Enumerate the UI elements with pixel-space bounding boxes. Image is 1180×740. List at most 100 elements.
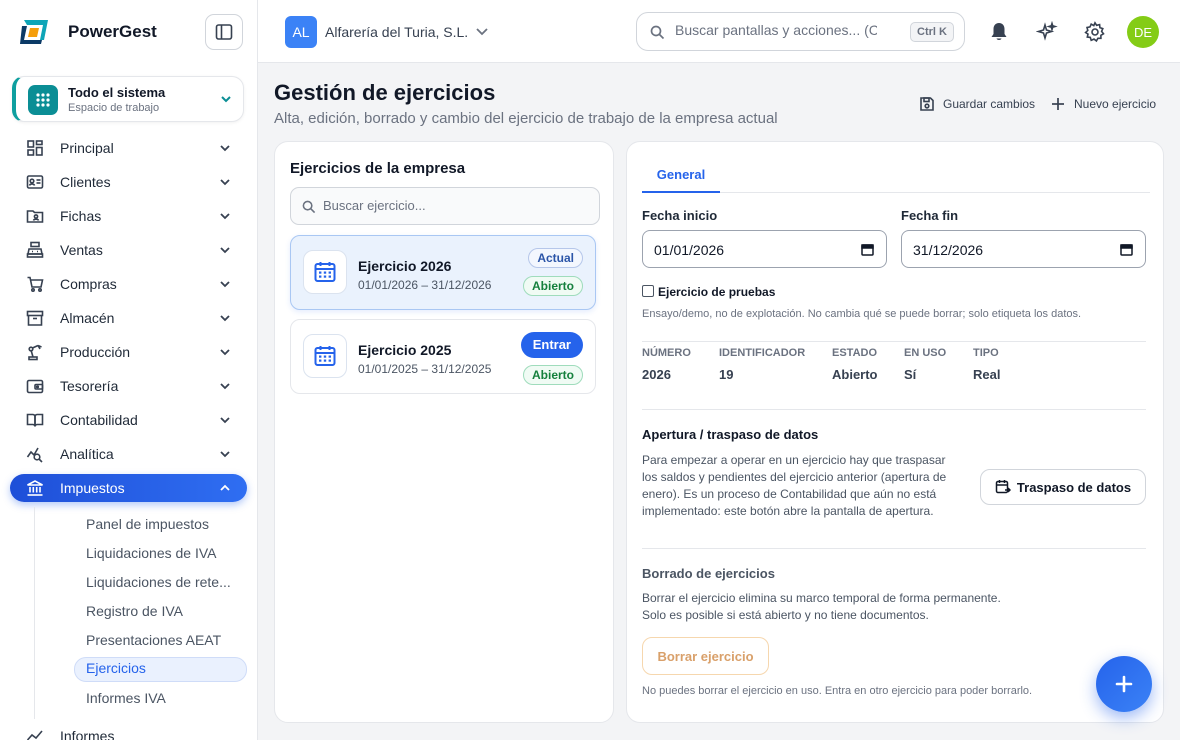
- start-date-label: Fecha inicio: [642, 208, 718, 223]
- sidebar-item-fichas[interactable]: Fichas: [10, 202, 247, 230]
- meta-value-en-uso: Sí: [904, 367, 917, 382]
- sidebar-item-compras[interactable]: Compras: [10, 270, 247, 298]
- sidebar-item-clientes[interactable]: Clientes: [10, 168, 247, 196]
- chevron-down-icon: [220, 417, 230, 424]
- meta-header-identificador: IDENTIFICADOR: [719, 347, 806, 359]
- sidebar-subitem-registro-iva[interactable]: Registro de IVA: [74, 600, 247, 625]
- data-transfer-button[interactable]: Traspaso de datos: [980, 469, 1146, 505]
- end-date-label: Fecha fin: [901, 208, 959, 223]
- sidebar-item-tesoreria[interactable]: Tesorería: [10, 372, 247, 400]
- chevron-down-icon: [220, 383, 230, 390]
- sidebar-item-principal[interactable]: Principal: [10, 134, 247, 162]
- end-date-input[interactable]: 31/12/2026: [901, 230, 1146, 268]
- folder-user-icon: [26, 210, 44, 223]
- id-card-icon: [26, 175, 44, 189]
- chevron-down-icon: [220, 281, 230, 288]
- sidebar-item-label: Analítica: [60, 446, 114, 462]
- calendar-icon[interactable]: [861, 243, 874, 256]
- sparkles-icon[interactable]: [1036, 21, 1058, 43]
- sidebar-item-contabilidad[interactable]: Contabilidad: [10, 406, 247, 434]
- plus-icon: [1052, 98, 1064, 110]
- borrado-line: Borrar el ejercicio elimina su marco tem…: [642, 591, 1001, 605]
- sidebar-item-almacen[interactable]: Almacén: [10, 304, 247, 332]
- chevron-down-icon: [220, 315, 230, 322]
- sidebar-item-label: Informes: [60, 728, 115, 740]
- user-avatar[interactable]: DE: [1127, 16, 1159, 48]
- sidebar-subitem-panel-impuestos[interactable]: Panel de impuestos: [74, 513, 247, 538]
- sidebar-item-produccion[interactable]: Producción: [10, 338, 247, 366]
- exercise-item-2026[interactable]: Ejercicio 2026 01/01/2026 – 31/12/2026 A…: [290, 235, 596, 310]
- chevron-down-icon: [220, 145, 230, 152]
- delete-exercise-button[interactable]: Borrar ejercicio: [642, 637, 769, 675]
- workspace-selector[interactable]: Todo el sistema Espacio de trabajo: [12, 76, 244, 122]
- delete-hint: No puedes borrar el ejercicio en uso. En…: [642, 685, 1033, 697]
- chevron-down-icon: [220, 247, 230, 254]
- tab-general[interactable]: General: [642, 164, 720, 193]
- calendar-icon: [303, 334, 347, 378]
- cash-register-icon: [26, 241, 44, 258]
- detail-tabs: General: [642, 164, 1150, 193]
- sidebar-item-ventas[interactable]: Ventas: [10, 236, 247, 264]
- start-date-input[interactable]: 01/01/2026: [642, 230, 887, 268]
- search-shortcut-badge: Ctrl K: [910, 22, 954, 42]
- sidebar-item-label: Tesorería: [60, 378, 119, 394]
- global-search[interactable]: Ctrl K: [636, 12, 965, 51]
- calendar-icon: [303, 250, 347, 294]
- submenu-guide-line: [34, 507, 35, 719]
- sidebar-subitem-presentaciones-aeat[interactable]: Presentaciones AEAT: [74, 629, 247, 654]
- sidebar-subitem-liquidaciones-iva[interactable]: Liquidaciones de IVA: [74, 542, 247, 567]
- exercise-item-2025[interactable]: Ejercicio 2025 01/01/2025 – 31/12/2025 E…: [290, 319, 596, 394]
- sidebar-item-analitica[interactable]: Analítica: [10, 440, 247, 468]
- brand[interactable]: PowerGest: [18, 16, 157, 48]
- calendar-transfer-icon: [995, 480, 1011, 494]
- apertura-line: enero). Es un proceso de Contabilidad qu…: [642, 487, 937, 501]
- new-exercise-label: Nuevo ejercicio: [1074, 97, 1157, 111]
- bell-icon[interactable]: [988, 21, 1010, 43]
- chart-line-icon: [26, 730, 43, 740]
- top-bar: AL Alfarería del Turia, S.L. Ctrl K DE: [258, 0, 1180, 63]
- borrado-description: Borrar el ejercicio elimina su marco tem…: [642, 590, 1001, 624]
- test-exercise-label[interactable]: Ejercicio de pruebas: [658, 285, 775, 299]
- page-subtitle: Alta, edición, borrado y cambio del ejer…: [274, 110, 778, 127]
- archive-icon: [26, 310, 44, 326]
- save-button[interactable]: Guardar cambios: [919, 96, 1035, 112]
- start-date-value: 01/01/2026: [654, 242, 725, 258]
- exercise-search[interactable]: [290, 187, 600, 225]
- chevron-down-icon[interactable]: [474, 24, 490, 40]
- chevron-down-icon: [220, 451, 230, 458]
- robot-arm-icon: [28, 344, 42, 361]
- new-exercise-button[interactable]: Nuevo ejercicio: [1050, 96, 1156, 112]
- company-avatar[interactable]: AL: [285, 16, 317, 48]
- global-search-input[interactable]: [675, 22, 877, 38]
- test-exercise-checkbox[interactable]: [642, 285, 654, 297]
- apertura-line: los saldos y pendientes del ejercicio an…: [642, 470, 947, 484]
- gear-icon[interactable]: [1084, 21, 1106, 43]
- sidebar-subitem-informes-iva[interactable]: Informes IVA: [74, 687, 247, 712]
- app-name: PowerGest: [68, 22, 157, 41]
- meta-value-estado: Abierto: [832, 367, 878, 382]
- sidebar: PowerGest Todo el sistema Espacio de tra…: [0, 0, 258, 740]
- chevron-up-icon: [220, 484, 230, 491]
- sidebar-toggle-button[interactable]: [205, 14, 243, 50]
- floating-add-button[interactable]: [1096, 656, 1152, 712]
- sidebar-subitem-ejercicios[interactable]: Ejercicios: [74, 657, 247, 682]
- cart-icon: [27, 276, 44, 293]
- page-title: Gestión de ejercicios: [274, 80, 496, 105]
- meta-header-tipo: TIPO: [973, 347, 999, 359]
- apertura-line: implementado: este botón abre la pantall…: [642, 504, 934, 518]
- sidebar-item-impuestos[interactable]: Impuestos: [10, 474, 247, 502]
- enter-exercise-button[interactable]: Entrar: [520, 332, 583, 358]
- status-badge: Abierto: [523, 276, 583, 296]
- sidebar-subitem-liquidaciones-retenciones[interactable]: Liquidaciones de rete...: [74, 571, 247, 596]
- apertura-description: Para empezar a operar en un ejercicio ha…: [642, 452, 946, 520]
- apertura-title: Apertura / traspaso de datos: [642, 427, 819, 442]
- exercise-search-input[interactable]: [323, 198, 583, 213]
- sidebar-item-label: Contabilidad: [60, 412, 138, 428]
- exercise-list-card: Ejercicios de la empresa Ejercicio 2026 …: [274, 141, 614, 723]
- status-badge: Abierto: [523, 365, 583, 385]
- divider: [642, 548, 1146, 549]
- sidebar-item-informes[interactable]: Informes: [10, 722, 247, 740]
- sidebar-item-label: Producción: [60, 344, 131, 360]
- calendar-icon[interactable]: [1120, 243, 1133, 256]
- company-name[interactable]: Alfarería del Turia, S.L.: [325, 24, 468, 40]
